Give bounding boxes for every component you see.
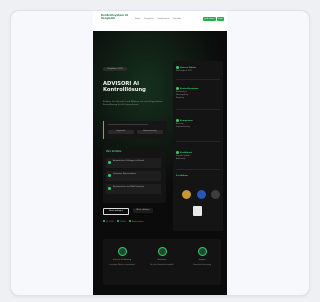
sidebar-line: Erfahrung seit 2012 bbox=[176, 71, 192, 72]
sidebar-heading: Zertifiziert bbox=[176, 151, 220, 155]
check-icon bbox=[108, 161, 111, 164]
sidebar-line: Implementierung bbox=[176, 127, 190, 128]
feature-icon bbox=[158, 247, 167, 256]
benefits-title: Ihre Vorteile bbox=[106, 150, 122, 153]
benefits-panel: Ihre Vorteile Automatisierte Prüfungen i… bbox=[103, 147, 166, 203]
divider bbox=[176, 169, 220, 170]
benefit-label: Lückenlose Dokumentation bbox=[113, 173, 136, 175]
hero-title: ADVISORI AI Kontrolllösung bbox=[103, 81, 146, 93]
demo-button[interactable]: Demo anfragen bbox=[103, 208, 129, 215]
dot-icon bbox=[176, 119, 179, 122]
highlight-box: Regulatorik Automatisierung bbox=[103, 121, 167, 139]
certificate-badge-icon bbox=[211, 190, 220, 199]
benefit-item: Revisionssicher und DSGVO-konform bbox=[106, 184, 161, 194]
check-icon bbox=[108, 174, 111, 177]
sidebar-heading: Kontrollsysteme bbox=[176, 87, 220, 91]
learn-more-button[interactable]: Mehr erfahren bbox=[133, 208, 153, 213]
feature-strip: Schnelle Einführung In wenigen Wochen ei… bbox=[103, 239, 221, 285]
nav-item[interactable]: Funktionen bbox=[158, 18, 170, 20]
feature-icon bbox=[198, 247, 207, 256]
sidebar-line: Audit-ready bbox=[176, 159, 186, 160]
certificate-badge-icon bbox=[193, 206, 202, 216]
sidebar-line: Risikoanalyse bbox=[176, 92, 187, 93]
feature-desc: In wenigen Wochen einsatzbereit bbox=[108, 265, 136, 266]
nav-item[interactable]: Kontakt bbox=[173, 18, 181, 20]
divider bbox=[176, 109, 220, 110]
sidebar-line: Reporting bbox=[176, 98, 184, 99]
dot-icon bbox=[176, 87, 179, 90]
main-nav: Start Vergleich Funktionen Kontakt bbox=[135, 18, 181, 20]
trust-tag: ISO 27001 bbox=[103, 220, 114, 223]
site-header: Kontrollsystem AI Vergleich Start Vergle… bbox=[93, 11, 227, 31]
divider bbox=[176, 141, 220, 142]
feature-title: Support bbox=[198, 259, 206, 261]
highlight-line bbox=[108, 124, 148, 126]
sidebar-line: Geprüfte Qualität bbox=[176, 156, 190, 157]
sidebar-line: Prozessprüfung bbox=[176, 95, 189, 96]
feature-icon bbox=[118, 247, 127, 256]
info-sidebar: Unsere Stärke Erfahrung seit 2012 Kontro… bbox=[173, 61, 223, 231]
benefit-label: Revisionssicher und DSGVO-konform bbox=[113, 186, 145, 188]
feature-title: Schnelle Einführung bbox=[112, 259, 132, 261]
feature-title: Skalierbar bbox=[157, 259, 167, 261]
feature-item: Skalierbar Für jede Unternehmensgröße bbox=[143, 239, 181, 285]
dot-icon bbox=[103, 220, 105, 222]
dot-icon bbox=[129, 220, 132, 222]
check-icon bbox=[108, 187, 111, 190]
trust-tag: BaFin-konform bbox=[129, 220, 144, 223]
sidebar-heading: Kompetenz bbox=[176, 119, 220, 123]
sidebar-line: Beratung bbox=[176, 124, 184, 125]
certificate-badge-icon bbox=[182, 190, 191, 199]
page-screenshot: Kontrollsystem AI Vergleich Start Vergle… bbox=[93, 11, 227, 295]
badges-heading: Zertifikate bbox=[176, 175, 188, 177]
trust-tags: ISO 27001 DSGVO BaFin-konform bbox=[103, 220, 144, 223]
brand-logo[interactable]: Kontrollsystem AI Vergleich bbox=[101, 13, 129, 21]
hero-lead: Erhöhen Sie Sicherheit und Effizienz mit… bbox=[103, 101, 163, 106]
feature-item: Schnelle Einführung In wenigen Wochen ei… bbox=[103, 239, 141, 285]
feature-desc: Persönliche Betreuung bbox=[193, 265, 211, 266]
trust-tag: DSGVO bbox=[117, 220, 126, 223]
header-cta-button[interactable]: Jetzt testen bbox=[203, 17, 216, 21]
preview-card: Kontrollsystem AI Vergleich Start Vergle… bbox=[10, 10, 310, 296]
dot-icon bbox=[176, 66, 179, 69]
benefit-item: Lückenlose Dokumentation bbox=[106, 171, 161, 181]
feature-item: Support Persönliche Betreuung bbox=[183, 239, 221, 285]
divider bbox=[176, 79, 220, 80]
benefit-item: Automatisierte Prüfungen in Echtzeit bbox=[106, 158, 161, 168]
certificate-badge-icon bbox=[197, 190, 206, 199]
nav-item[interactable]: Start bbox=[135, 18, 140, 20]
highlight-chip: Regulatorik bbox=[108, 130, 134, 134]
login-button[interactable]: Login bbox=[217, 17, 224, 21]
hero-pill: Compliance 2025 bbox=[103, 67, 127, 71]
dot-icon bbox=[176, 151, 179, 154]
highlight-chip: Automatisierung bbox=[137, 130, 163, 134]
nav-item[interactable]: Vergleich bbox=[144, 18, 154, 20]
sidebar-heading: Unsere Stärke bbox=[176, 66, 220, 70]
benefit-label: Automatisierte Prüfungen in Echtzeit bbox=[113, 160, 145, 162]
feature-desc: Für jede Unternehmensgröße bbox=[150, 265, 174, 266]
